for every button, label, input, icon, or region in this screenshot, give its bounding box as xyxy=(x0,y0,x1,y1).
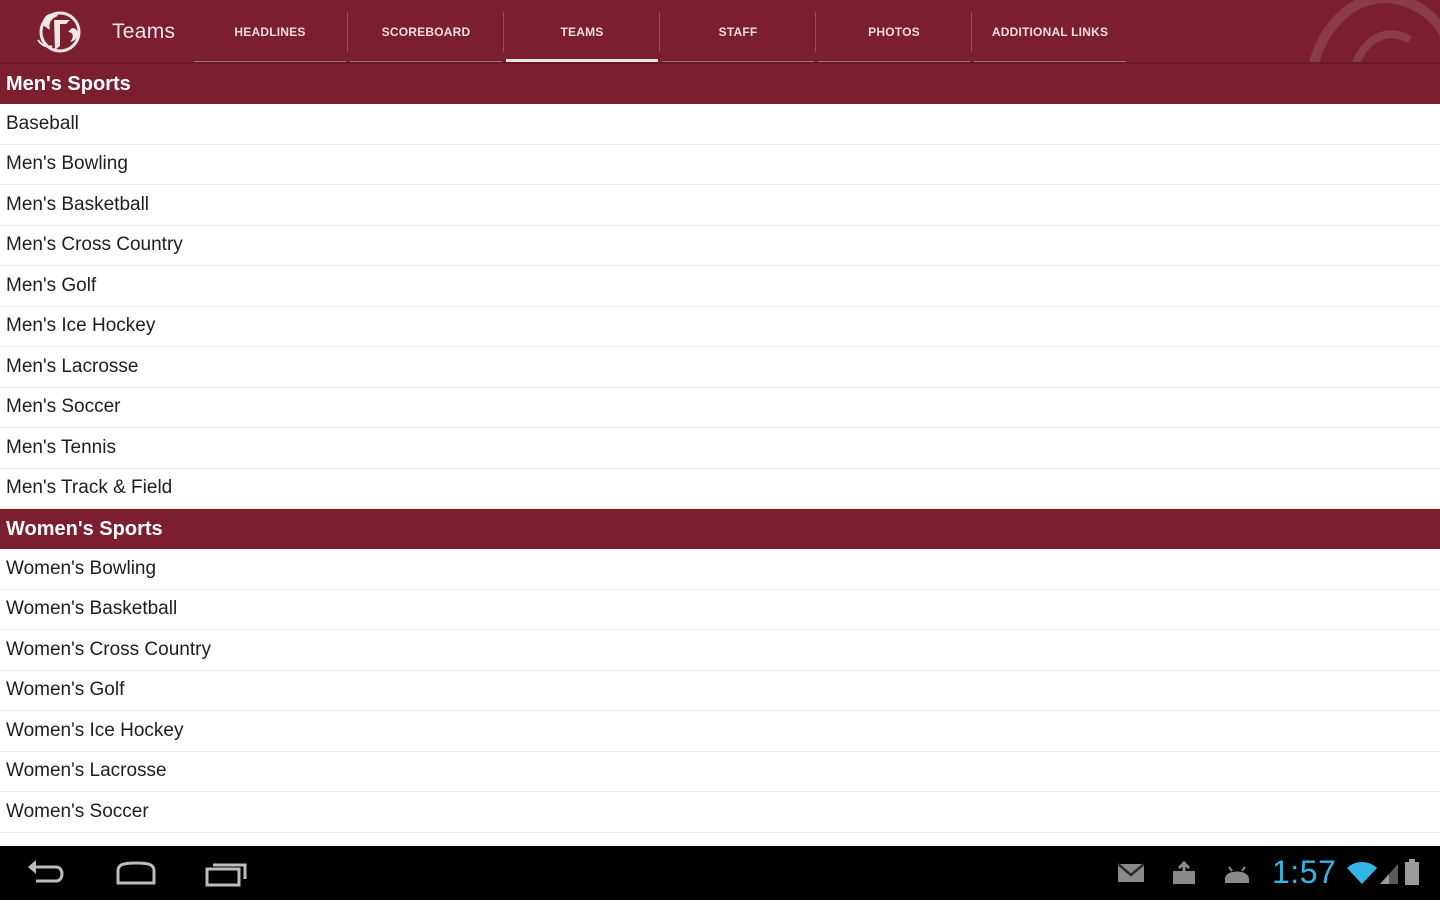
cell-signal-icon xyxy=(1380,864,1398,884)
android-debug-icon xyxy=(1225,866,1249,883)
section-header-mens-sports: Men's Sports xyxy=(0,64,1440,104)
teams-list[interactable]: Men's Sports Baseball Men's Bowling Men'… xyxy=(0,64,1440,846)
list-item[interactable]: Men's Ice Hockey xyxy=(0,306,1440,347)
tab-bar: HEADLINES SCOREBOARD TEAMS STAFF PHOTOS … xyxy=(192,0,1128,64)
back-icon[interactable] xyxy=(22,857,70,889)
wifi-icon xyxy=(1347,862,1377,884)
tab-headlines[interactable]: HEADLINES xyxy=(192,0,348,64)
list-item[interactable]: Men's Bowling xyxy=(0,144,1440,185)
list-item[interactable]: Women's Cross Country xyxy=(0,630,1440,671)
list-item[interactable]: Men's Basketball xyxy=(0,185,1440,226)
list-item[interactable]: Men's Cross Country xyxy=(0,225,1440,266)
tab-teams[interactable]: TEAMS xyxy=(504,0,660,64)
gmail-notification-icon xyxy=(1117,863,1145,882)
list-item[interactable]: Men's Golf xyxy=(0,266,1440,307)
action-bar: Teams HEADLINES SCOREBOARD TEAMS STAFF P… xyxy=(0,0,1440,64)
tab-label: ADDITIONAL LINKS xyxy=(991,25,1109,39)
system-navigation-bar: 1:57 xyxy=(0,846,1440,900)
list-item[interactable]: Men's Soccer xyxy=(0,387,1440,428)
tab-additional-links[interactable]: ADDITIONAL LINKS xyxy=(972,0,1128,64)
list-item[interactable]: Men's Tennis xyxy=(0,428,1440,469)
status-clock: 1:57 xyxy=(1272,854,1337,890)
list-item[interactable]: Women's Golf xyxy=(0,670,1440,711)
list-item[interactable]: Women's Basketball xyxy=(0,589,1440,630)
section-header-womens-sports: Women's Sports xyxy=(0,509,1440,549)
college-logo-icon[interactable] xyxy=(30,6,90,58)
home-icon[interactable] xyxy=(112,857,160,889)
list-item[interactable]: Women's Lacrosse xyxy=(0,751,1440,792)
tab-label: TEAMS xyxy=(560,25,604,39)
tab-label: STAFF xyxy=(718,25,758,39)
tab-staff[interactable]: STAFF xyxy=(660,0,816,64)
list-item[interactable]: Women's Bowling xyxy=(0,549,1440,590)
recent-apps-icon[interactable] xyxy=(202,857,250,889)
tab-photos[interactable]: PHOTOS xyxy=(816,0,972,64)
watermark-logo-icon xyxy=(1308,0,1440,64)
battery-icon xyxy=(1405,859,1419,885)
list-item[interactable]: Women's Ice Hockey xyxy=(0,711,1440,752)
tab-label: HEADLINES xyxy=(234,25,306,39)
list-item[interactable]: Men's Lacrosse xyxy=(0,347,1440,388)
upload-notification-icon xyxy=(1173,861,1195,884)
list-item[interactable]: Women's Soccer xyxy=(0,792,1440,833)
list-item[interactable]: Men's Track & Field xyxy=(0,468,1440,509)
list-item[interactable]: Baseball xyxy=(0,104,1440,145)
app-title: Teams xyxy=(112,20,176,43)
tab-label: PHOTOS xyxy=(868,25,920,39)
tab-scoreboard[interactable]: SCOREBOARD xyxy=(348,0,504,64)
tab-label: SCOREBOARD xyxy=(381,25,471,39)
